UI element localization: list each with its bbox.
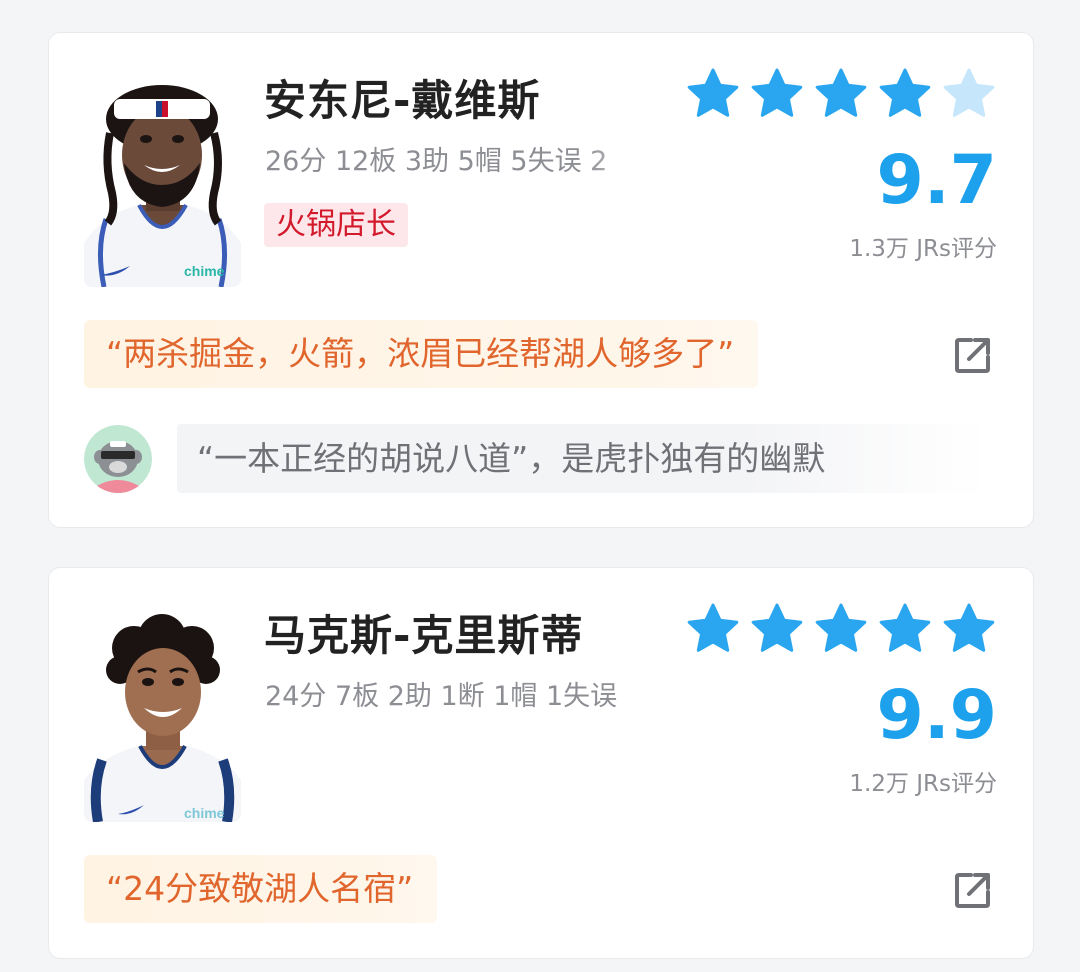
star-filled-icon[interactable]	[749, 67, 805, 123]
share-icon[interactable]	[953, 870, 993, 910]
rating-score: 9.9	[876, 676, 997, 755]
star-filled-icon[interactable]	[685, 67, 741, 123]
player-stats: 26分 12板 3助 5帽 5失误 2	[265, 146, 608, 177]
rating-count: 1.2万 JRs评分	[849, 771, 997, 797]
player-quote[interactable]: “24分致敬湖人名宿”	[84, 855, 438, 923]
player-rating-card[interactable]: chime 马克斯-克里斯蒂 24分 7板 2助 1断 1帽 1失误 9.9 1…	[48, 567, 1034, 959]
player-name: 马克斯-克里斯蒂	[264, 611, 584, 660]
rating-count: 1.3万 JRs评分	[849, 236, 997, 262]
star-filled-icon[interactable]	[941, 602, 997, 658]
star-filled-icon[interactable]	[749, 602, 805, 658]
commenter-avatar[interactable]	[84, 425, 152, 493]
star-rating[interactable]	[685, 67, 997, 123]
star-rating[interactable]	[685, 602, 997, 658]
player-quote[interactable]: “两杀掘金，火箭，浓眉已经帮湖人够多了”	[84, 320, 759, 388]
star-filled-icon[interactable]	[813, 67, 869, 123]
player-stats: 24分 7板 2助 1断 1帽 1失误	[265, 681, 618, 712]
jersey-logo-text: chime	[184, 263, 225, 279]
rating-score: 9.7	[876, 141, 997, 220]
player-photo[interactable]: chime	[84, 608, 241, 822]
star-empty-icon[interactable]	[941, 67, 997, 123]
top-comment[interactable]: “一本正经的胡说八道”，是虎扑独有的幽默	[177, 424, 987, 493]
star-filled-icon[interactable]	[685, 602, 741, 658]
player-photo[interactable]: chime	[84, 73, 241, 287]
player-name: 安东尼-戴维斯	[264, 76, 541, 125]
star-filled-icon[interactable]	[813, 602, 869, 658]
jersey-logo-text: chime	[184, 805, 225, 821]
star-filled-icon[interactable]	[877, 67, 933, 123]
share-icon[interactable]	[953, 335, 993, 375]
player-tag: 火锅店长	[264, 203, 408, 247]
player-rating-card[interactable]: chime 安东尼-戴维斯 26分 12板 3助 5帽 5失误 2 火锅店长 9…	[48, 32, 1034, 528]
star-filled-icon[interactable]	[877, 602, 933, 658]
